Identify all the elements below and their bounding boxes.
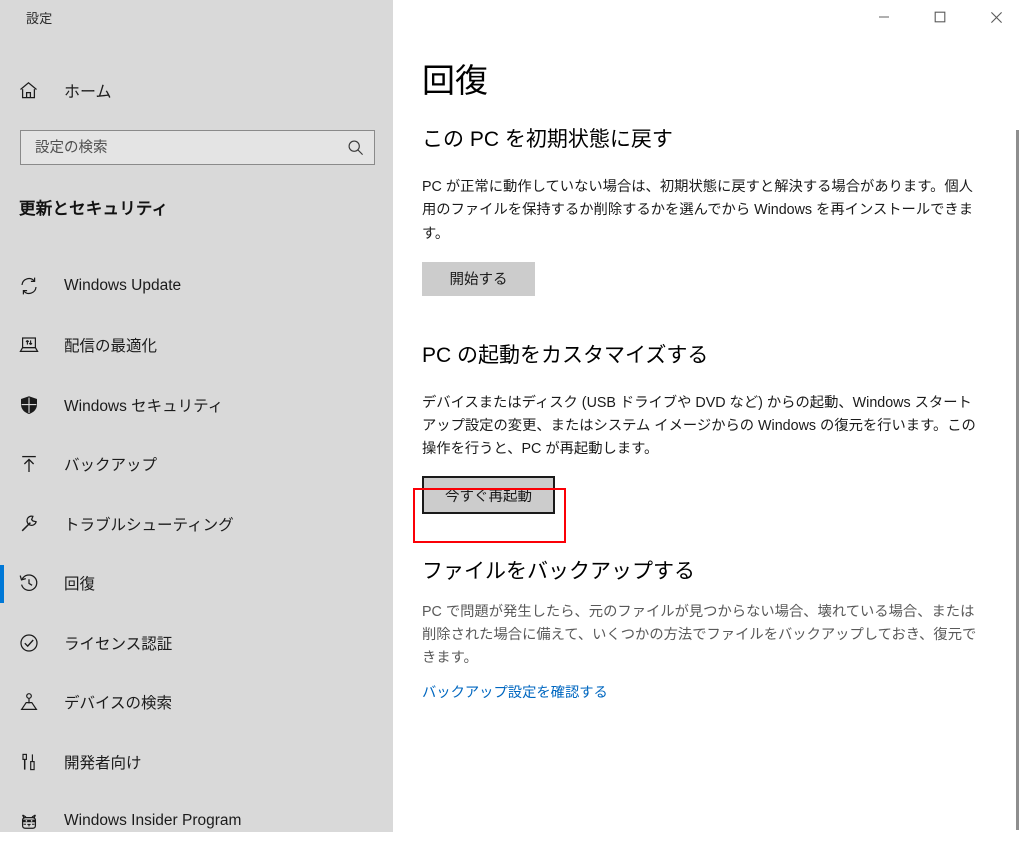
- sidebar-item-label: ライセンス認証: [64, 632, 172, 654]
- maximize-button[interactable]: [912, 0, 968, 34]
- search-icon: [346, 138, 365, 157]
- find-device-icon: [18, 691, 48, 713]
- search-button[interactable]: [336, 131, 374, 164]
- sidebar: 設定 ホーム 更新とセキュリテ: [0, 0, 393, 832]
- sidebar-item-backup[interactable]: バックアップ: [0, 435, 393, 495]
- home-icon: [18, 80, 48, 101]
- sidebar-item-for-developers[interactable]: 開発者向け: [0, 732, 393, 792]
- get-started-button[interactable]: 開始する: [422, 262, 535, 296]
- recovery-clock-icon: [18, 572, 48, 594]
- sidebar-item-label: トラブルシューティング: [64, 513, 234, 535]
- section-advanced-startup: PC の起動をカスタマイズする デバイスまたはディスク (USB ドライブや D…: [422, 342, 982, 515]
- sidebar-nav: Windows Update 配信の最適化: [0, 256, 393, 851]
- sidebar-item-windows-security[interactable]: Windows セキュリティ: [0, 375, 393, 435]
- sidebar-item-troubleshoot[interactable]: トラブルシューティング: [0, 494, 393, 554]
- minimize-button[interactable]: [856, 0, 912, 34]
- sidebar-item-label: 開発者向け: [64, 751, 142, 773]
- sidebar-item-windows-update[interactable]: Windows Update: [0, 256, 393, 316]
- sidebar-item-label: デバイスの検索: [64, 691, 172, 713]
- sidebar-item-label: Windows Update: [64, 277, 181, 295]
- settings-window: 設定 ホーム 更新とセキュリテ: [0, 0, 1024, 832]
- content-area: 回復 この PC を初期状態に戻す PC が正常に動作していない場合は、初期状態…: [393, 0, 1024, 832]
- sidebar-group-title: 更新とセキュリティ: [19, 195, 168, 219]
- content-inner: 回復 この PC を初期状態に戻す PC が正常に動作していない場合は、初期状態…: [422, 0, 982, 702]
- sidebar-item-label: 回復: [64, 572, 95, 594]
- app-title: 設定: [26, 8, 52, 27]
- wrench-icon: [18, 513, 48, 535]
- section-body: デバイスまたはディスク (USB ドライブや DVD など) からの起動、Win…: [422, 392, 982, 461]
- sidebar-item-label: 配信の最適化: [64, 334, 157, 356]
- section-backup-files: ファイルをバックアップする PC で問題が発生したら、元のファイルが見つからない…: [422, 558, 982, 702]
- window-controls: [856, 0, 1024, 34]
- backup-settings-link[interactable]: バックアップ設定を確認する: [422, 681, 608, 702]
- close-button[interactable]: [968, 0, 1024, 34]
- check-circle-icon: [18, 632, 48, 654]
- section-title: PC の起動をカスタマイズする: [422, 342, 982, 369]
- backup-upload-icon: [18, 453, 48, 475]
- maximize-icon: [934, 11, 946, 23]
- close-icon: [990, 11, 1003, 24]
- sidebar-item-home[interactable]: ホーム: [0, 70, 393, 110]
- section-reset-pc: この PC を初期状態に戻す PC が正常に動作していない場合は、初期状態に戻す…: [422, 126, 982, 296]
- delivery-optimization-icon: [18, 334, 48, 356]
- section-body: PC が正常に動作していない場合は、初期状態に戻すと解決する場合があります。個人…: [422, 176, 982, 245]
- search-input[interactable]: [21, 131, 336, 164]
- sidebar-item-delivery-optimization[interactable]: 配信の最適化: [0, 316, 393, 376]
- shield-icon: [18, 394, 48, 416]
- sidebar-item-label: Windows Insider Program: [64, 812, 241, 830]
- restart-now-button[interactable]: 今すぐ再起動: [422, 476, 555, 514]
- sidebar-item-label: Windows セキュリティ: [64, 394, 223, 416]
- search-box[interactable]: [20, 130, 375, 165]
- developer-tools-icon: [18, 751, 48, 773]
- sync-icon: [18, 275, 48, 297]
- sidebar-item-recovery[interactable]: 回復: [0, 554, 393, 614]
- minimize-icon: [878, 11, 890, 23]
- sidebar-item-activation[interactable]: ライセンス認証: [0, 613, 393, 673]
- vertical-scrollbar[interactable]: [1016, 130, 1019, 830]
- section-body: PC で問題が発生したら、元のファイルが見つからない場合、壊れている場合、または…: [422, 601, 982, 670]
- section-title: この PC を初期状態に戻す: [422, 126, 982, 153]
- section-title: ファイルをバックアップする: [422, 558, 982, 585]
- sidebar-item-windows-insider-program[interactable]: Windows Insider Program: [0, 792, 393, 851]
- sidebar-item-home-label: ホーム: [64, 78, 112, 102]
- ninjacat-icon: [18, 810, 48, 832]
- sidebar-item-label: バックアップ: [64, 453, 157, 475]
- sidebar-item-find-my-device[interactable]: デバイスの検索: [0, 673, 393, 733]
